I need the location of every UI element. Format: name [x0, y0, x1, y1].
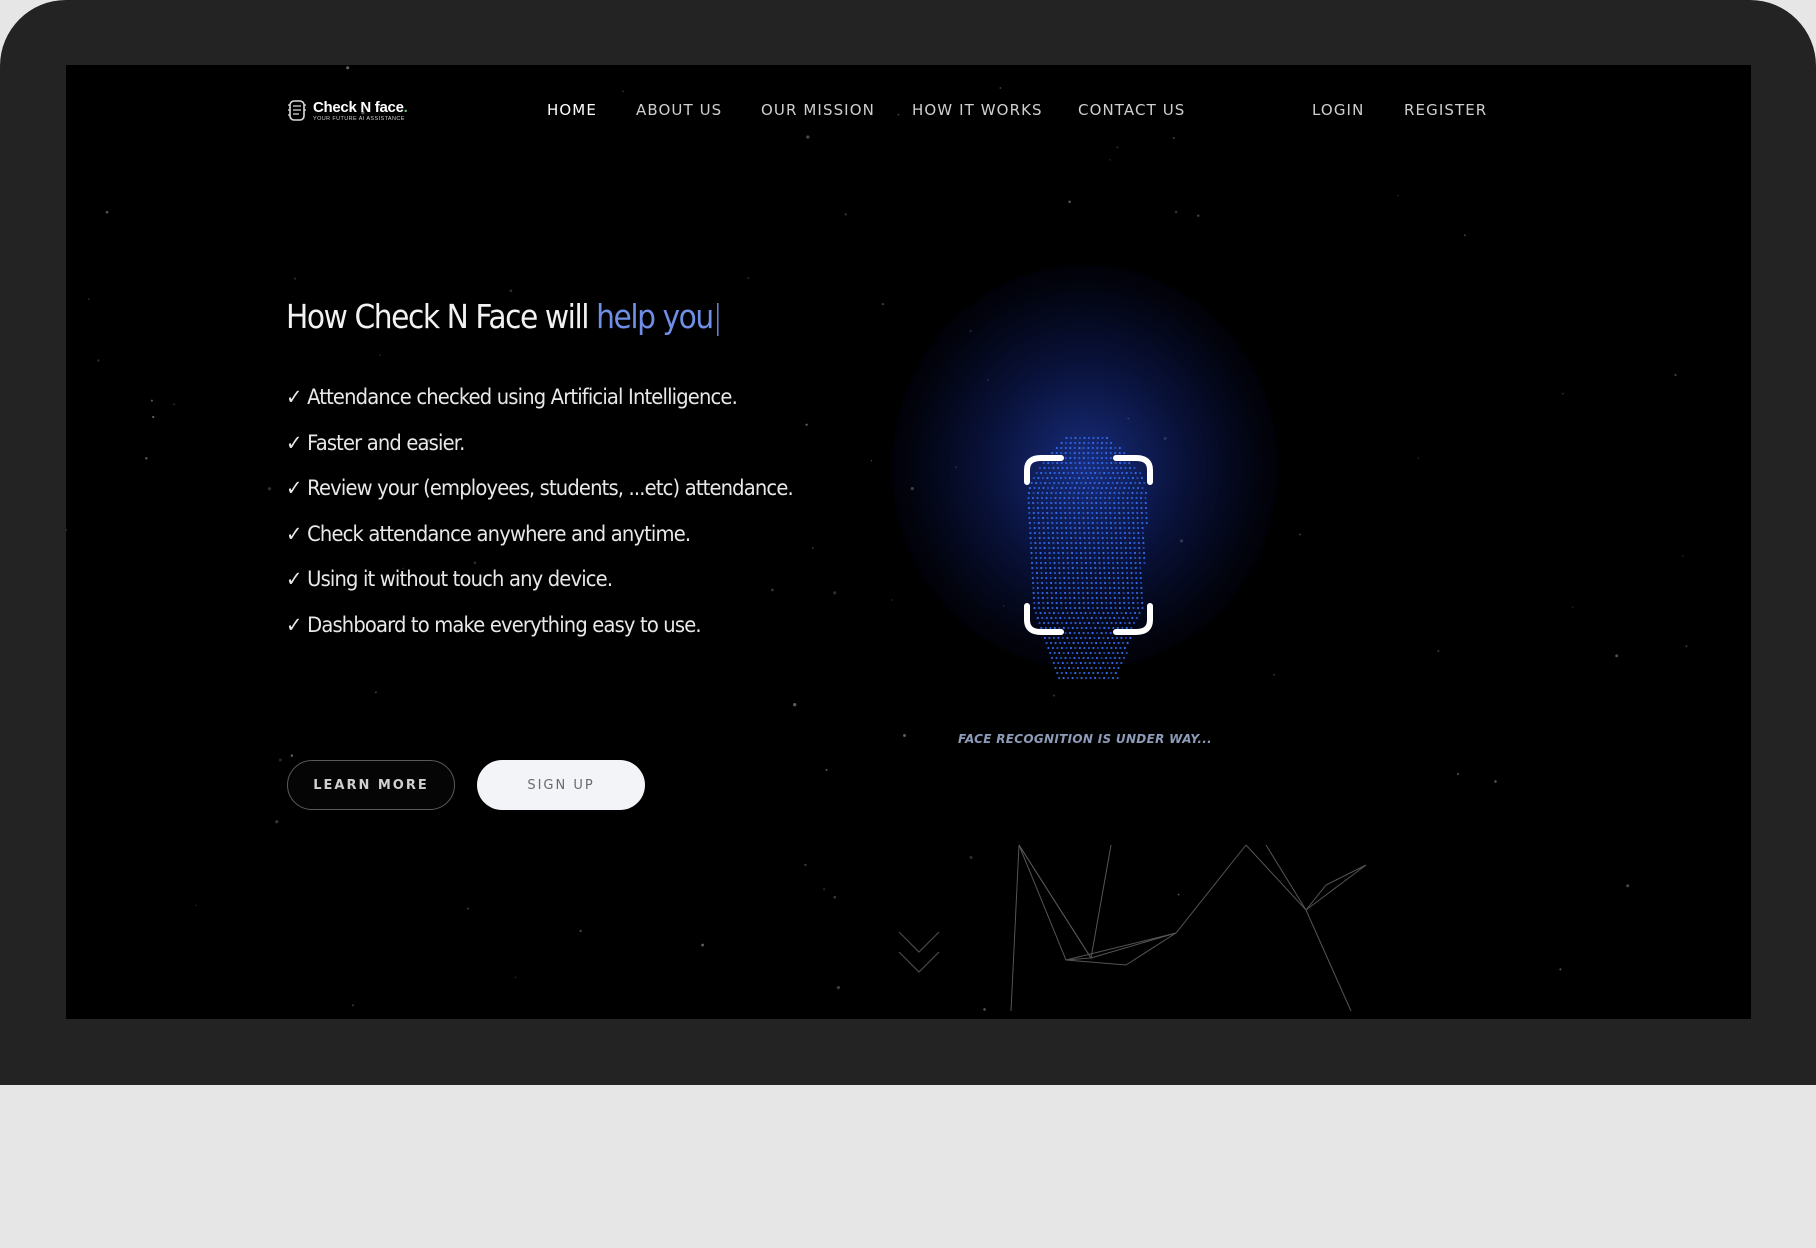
monitor-frame: Check N face. YOUR FUTURE AI ASSISTANCE … [0, 0, 1816, 1085]
monitor-stand [0, 1085, 1816, 1248]
website-screen: Check N face. YOUR FUTURE AI ASSISTANCE … [66, 65, 1751, 1019]
network-mesh-decoration [898, 844, 1367, 1012]
